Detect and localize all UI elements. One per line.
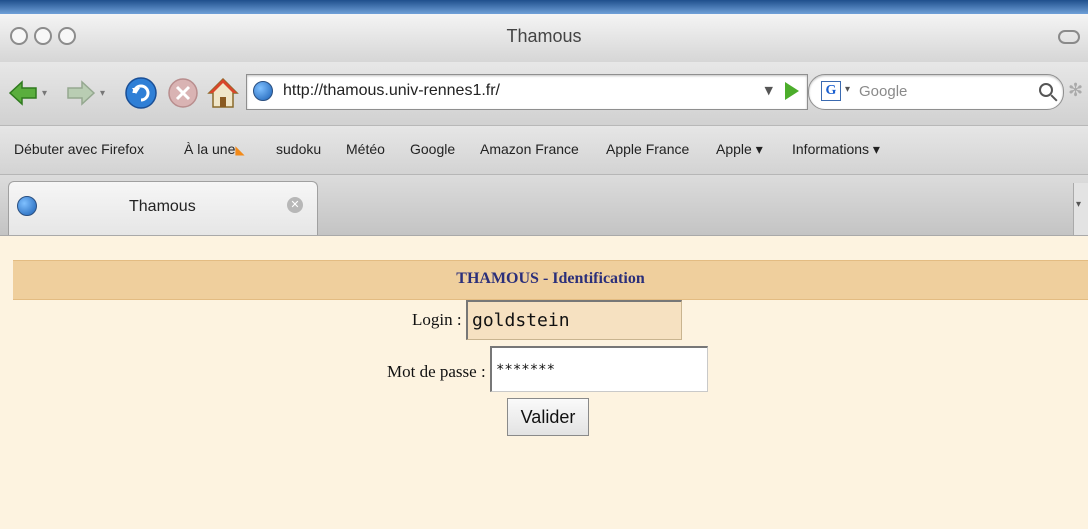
back-arrow-icon bbox=[8, 80, 37, 106]
rss-feed-icon: ◣ bbox=[235, 143, 245, 157]
bookmark-a-la-une[interactable]: À la une◣ bbox=[184, 141, 245, 157]
identification-header: THAMOUS - Identification bbox=[13, 260, 1088, 300]
window-titlebar: Thamous bbox=[0, 14, 1088, 63]
bookmark-sudoku[interactable]: sudoku bbox=[276, 141, 321, 157]
window-title: Thamous bbox=[506, 26, 582, 46]
search-box[interactable]: G ▾ Google bbox=[808, 74, 1064, 110]
bookmark-getting-started[interactable]: Débuter avec Firefox bbox=[14, 141, 144, 157]
toolbar-toggle-button[interactable] bbox=[1058, 30, 1080, 44]
bookmark-google[interactable]: Google bbox=[410, 141, 455, 157]
tab-thamous[interactable]: Thamous ✕ bbox=[8, 181, 318, 235]
bookmark-apple-france[interactable]: Apple France bbox=[606, 141, 689, 157]
site-globe-icon bbox=[253, 81, 273, 101]
password-label: Mot de passe : bbox=[387, 362, 486, 381]
bookmarks-toolbar: Débuter avec Firefox À la une◣ sudoku Mé… bbox=[0, 126, 1088, 175]
back-history-caret-icon[interactable]: ▾ bbox=[42, 88, 47, 99]
activity-throbber-icon: ✻ bbox=[1068, 80, 1084, 101]
search-placeholder[interactable]: Google bbox=[859, 83, 907, 100]
desktop-strip bbox=[0, 0, 1088, 14]
login-field[interactable] bbox=[466, 300, 682, 340]
stop-button[interactable] bbox=[166, 76, 200, 110]
google-engine-icon[interactable]: G bbox=[821, 81, 841, 101]
stop-icon bbox=[168, 78, 198, 108]
page-title: THAMOUS - Identification bbox=[456, 270, 645, 287]
bookmark-informations-folder[interactable]: Informations ▾ bbox=[792, 141, 880, 158]
address-bar-url[interactable]: http://thamous.univ-rennes1.fr/ bbox=[283, 82, 500, 100]
bookmark-amazon-france[interactable]: Amazon France bbox=[480, 141, 579, 157]
forward-history-caret-icon[interactable]: ▾ bbox=[100, 88, 105, 99]
address-bar[interactable]: http://thamous.univ-rennes1.fr/ ▼ bbox=[246, 74, 808, 110]
forward-arrow-icon bbox=[67, 80, 96, 106]
login-label: Login : bbox=[412, 310, 462, 329]
go-arrow-icon[interactable] bbox=[785, 82, 799, 100]
search-engine-caret-icon[interactable]: ▾ bbox=[845, 84, 850, 95]
reload-button[interactable] bbox=[124, 76, 158, 110]
forward-button[interactable] bbox=[66, 80, 96, 106]
bookmark-meteo[interactable]: Météo bbox=[346, 141, 385, 157]
home-button[interactable] bbox=[206, 76, 240, 110]
back-button[interactable] bbox=[8, 80, 38, 106]
navigation-toolbar: ▾ ▾ http://thamous.univ-rennes1.fr/ ▼ G … bbox=[0, 62, 1088, 126]
home-icon bbox=[207, 77, 239, 108]
tab-bar: Thamous ✕ bbox=[0, 175, 1088, 236]
bookmark-a-la-une-label: À la une bbox=[184, 141, 236, 157]
history-dropdown-icon[interactable]: ▼ bbox=[765, 84, 773, 97]
tab-title: Thamous bbox=[129, 198, 196, 215]
page-content: THAMOUS - Identification Login : Mot de … bbox=[0, 236, 1088, 529]
password-field[interactable] bbox=[490, 346, 708, 392]
search-icon[interactable] bbox=[1039, 83, 1053, 97]
close-tab-icon[interactable]: ✕ bbox=[287, 197, 303, 213]
tab-globe-icon bbox=[17, 196, 37, 216]
tab-list-menu-button[interactable] bbox=[1073, 183, 1088, 235]
submit-button[interactable]: Valider bbox=[507, 398, 589, 436]
bookmark-apple-folder[interactable]: Apple ▾ bbox=[716, 141, 763, 158]
reload-icon bbox=[125, 77, 157, 109]
